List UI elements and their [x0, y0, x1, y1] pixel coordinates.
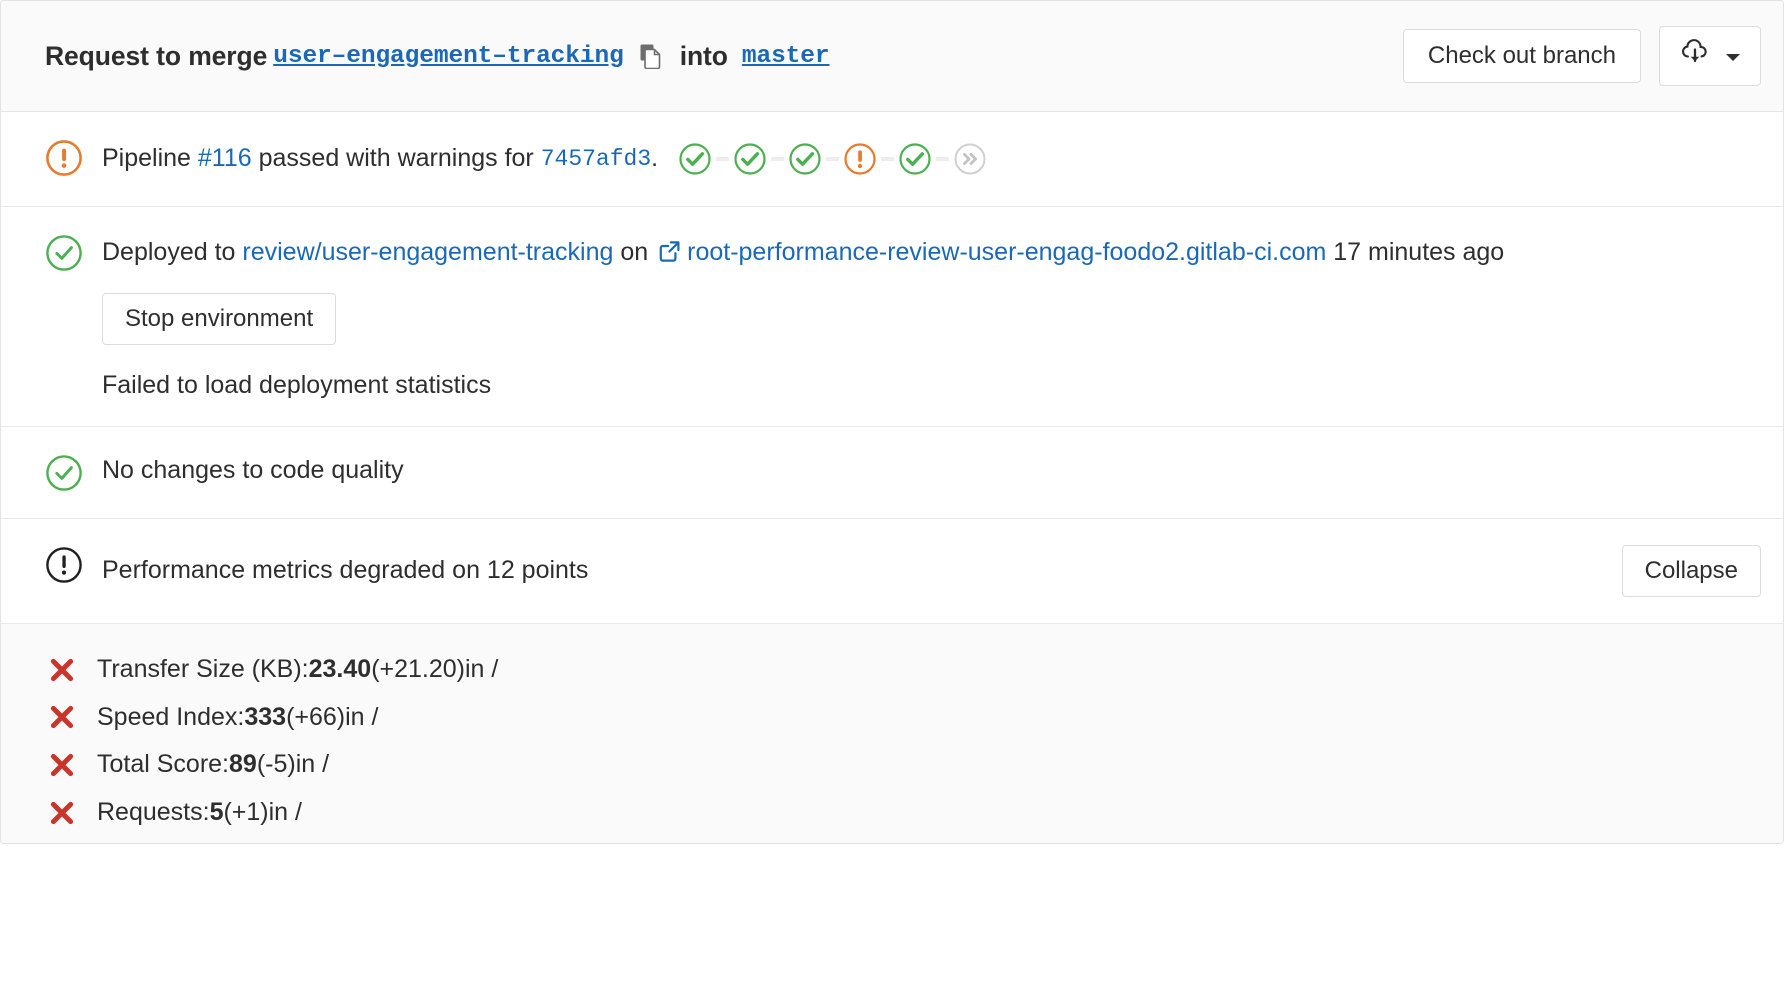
performance-metrics-list: Transfer Size (KB):23.40(+21.20) in / Sp… [1, 624, 1783, 843]
metric-label: Transfer Size (KB): [97, 653, 309, 687]
copy-icon[interactable] [638, 41, 666, 71]
metric-row: Requests:5(+1) in / [45, 789, 1761, 837]
pipeline-stage-1 [674, 138, 729, 180]
deployed-to-label: Deployed to [102, 238, 235, 266]
merge-request-widget: Request to merge user–engagement–trackin… [0, 0, 1784, 844]
performance-metrics-text: Performance metrics degraded on 12 point… [102, 553, 588, 589]
pipeline-stage-2 [729, 138, 784, 180]
metric-value: 23.40 [309, 653, 372, 687]
pipeline-stage-4 [839, 138, 894, 180]
stage-connector [771, 157, 784, 161]
pipeline-label: Pipeline [102, 141, 191, 177]
metric-delta: (-5) [257, 748, 296, 782]
stage-more-chevrons-icon[interactable] [949, 138, 991, 180]
stop-environment-button[interactable]: Stop environment [102, 293, 336, 345]
pipeline-status-text: Pipeline #116 passed with warnings for 7… [102, 138, 1761, 180]
metric-label: Total Score: [97, 748, 229, 782]
failed-x-icon [49, 657, 75, 683]
success-circle-icon [45, 234, 83, 272]
stage-connector [936, 157, 949, 161]
deployment-statistics-error: Failed to load deployment statistics [102, 371, 1761, 400]
merge-request-title: Request to merge user–engagement–trackin… [45, 41, 836, 72]
code-quality-text: No changes to code quality [102, 453, 1761, 489]
success-circle-icon [45, 454, 83, 492]
stage-success-icon-1[interactable] [674, 138, 716, 180]
failed-x-icon [49, 752, 75, 778]
metric-path: in / [465, 653, 498, 687]
failed-x-icon [49, 704, 75, 730]
metric-path: in / [345, 701, 378, 735]
code-quality-section: No changes to code quality [1, 427, 1783, 519]
stage-connector [716, 157, 729, 161]
metric-value: 89 [229, 748, 257, 782]
deployment-status-text: Deployed to review/user-engagement-track… [102, 233, 1761, 275]
deployment-on-label: on [620, 238, 648, 266]
metric-delta: (+21.20) [371, 653, 465, 687]
failed-x-icon [49, 800, 75, 826]
header-actions: Check out branch [1403, 26, 1761, 86]
metric-row: Transfer Size (KB):23.40(+21.20) in / [45, 646, 1761, 694]
warning-circle-icon [45, 139, 83, 177]
metric-path: in / [296, 748, 329, 782]
pipeline-id-link[interactable]: #116 [198, 141, 252, 177]
stage-success-icon-5[interactable] [894, 138, 936, 180]
mr-widget-header: Request to merge user–engagement–trackin… [1, 1, 1783, 112]
download-patches-dropdown-button[interactable] [1659, 26, 1761, 86]
pipeline-status-message: passed with warnings for [259, 141, 534, 177]
metric-label: Speed Index: [97, 701, 244, 735]
pipeline-text-period: . [651, 141, 658, 177]
metric-row: Total Score:89(-5) in / [45, 741, 1761, 789]
stage-success-icon-2[interactable] [729, 138, 771, 180]
check-out-branch-button[interactable]: Check out branch [1403, 29, 1641, 83]
metric-value: 5 [210, 796, 224, 830]
pipeline-stage-5 [894, 138, 949, 180]
pipeline-stage-3 [784, 138, 839, 180]
exclamation-circle-icon [45, 546, 83, 584]
metric-delta: (+66) [286, 701, 345, 735]
source-branch-link[interactable]: user–engagement–tracking [273, 43, 623, 70]
deployment-url-link[interactable]: root-performance-review-user-engag-foodo… [687, 238, 1326, 266]
environment-link[interactable]: review/user-engagement-tracking [242, 238, 613, 266]
pipeline-stage-6 [949, 138, 991, 180]
commit-sha-link[interactable]: 7457afd3 [541, 143, 651, 176]
stage-success-icon-3[interactable] [784, 138, 826, 180]
pipeline-status-section: Pipeline #116 passed with warnings for 7… [1, 112, 1783, 207]
metric-label: Requests: [97, 796, 210, 830]
performance-metrics-section: Performance metrics degraded on 12 point… [1, 519, 1783, 624]
deployment-section: Deployed to review/user-engagement-track… [1, 207, 1783, 427]
stage-warning-icon-4[interactable] [839, 138, 881, 180]
metric-value: 333 [244, 701, 286, 735]
cloud-download-icon [1680, 38, 1710, 74]
deployment-timestamp: 17 minutes ago [1333, 238, 1504, 266]
collapse-button[interactable]: Collapse [1622, 545, 1761, 597]
target-branch-link[interactable]: master [742, 43, 830, 70]
metric-delta: (+1) [223, 796, 268, 830]
chevron-down-icon [1724, 41, 1742, 71]
metric-row: Speed Index:333(+66) in / [45, 694, 1761, 742]
stage-connector [826, 157, 839, 161]
pipeline-stages-list [674, 138, 991, 180]
external-link-icon [658, 236, 682, 275]
merge-title-prefix: Request to merge [45, 41, 267, 72]
merge-into-label: into [680, 41, 728, 72]
metric-path: in / [269, 796, 302, 830]
stage-connector [881, 157, 894, 161]
